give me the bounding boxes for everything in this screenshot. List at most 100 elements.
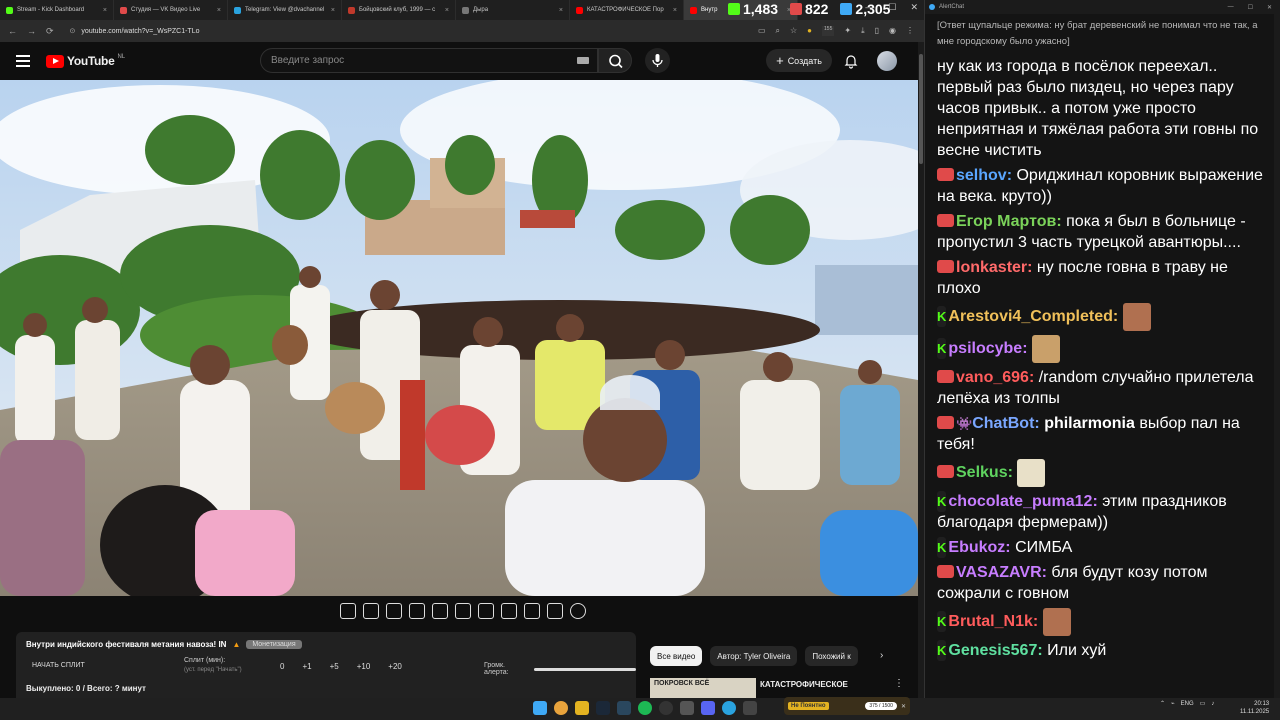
tab-close-icon[interactable]: ×: [331, 7, 335, 14]
search-input[interactable]: Введите запрос: [260, 48, 598, 73]
close-icon[interactable]: ✕: [910, 2, 918, 13]
filter-chip[interactable]: Все видео: [650, 646, 703, 666]
speed-icon[interactable]: [478, 603, 494, 619]
tab-close-icon[interactable]: ×: [445, 7, 449, 14]
maximize-icon[interactable]: ☐: [888, 2, 896, 13]
recommended-video[interactable]: ПОКРОВСК ВСЁ КАТАСТРОФИЧЕСКОЕ ⋮: [650, 678, 916, 698]
tab-close-icon[interactable]: ×: [103, 7, 107, 14]
browser-tab[interactable]: КАТАСТРОФИЧЕСКОЕ Пор ×: [570, 0, 684, 20]
chevron-right-icon[interactable]: ›: [880, 650, 883, 661]
obs-icon[interactable]: [659, 701, 673, 715]
recommended-title[interactable]: КАТАСТРОФИЧЕСКОЕ: [760, 680, 848, 689]
browser-tab[interactable]: Бойцовский клуб, 1999 — с ×: [342, 0, 456, 20]
back-icon[interactable]: ←: [8, 26, 17, 37]
chat-nick[interactable]: chocolate_puma12: [948, 493, 1092, 510]
steam-icon[interactable]: [617, 701, 631, 715]
app-icon[interactable]: [743, 701, 757, 715]
theater-mode-icon[interactable]: [432, 603, 448, 619]
filter-chip[interactable]: Автор: Tyler Oliveira: [710, 646, 798, 666]
minimize-icon[interactable]: —: [865, 2, 874, 13]
chat-nick[interactable]: lonkaster: [956, 259, 1027, 276]
search-button[interactable]: [598, 48, 632, 73]
loop-icon[interactable]: [340, 603, 356, 619]
more-options-icon[interactable]: ⋮: [894, 678, 904, 689]
start-split-button[interactable]: НАЧАТЬ СПЛИТ: [32, 662, 85, 669]
recommended-thumbnail[interactable]: ПОКРОВСК ВСЁ: [650, 678, 756, 698]
chat-nick[interactable]: Selkus: [956, 464, 1008, 481]
expand-icon[interactable]: [501, 603, 517, 619]
chat-nick[interactable]: ChatBot: [972, 415, 1034, 432]
chat-nick[interactable]: Arestovi4_Completed: [948, 308, 1113, 325]
add-to-queue-icon[interactable]: [524, 603, 540, 619]
filter-icon[interactable]: [455, 603, 471, 619]
broadcast-icon[interactable]: [363, 603, 379, 619]
language-indicator[interactable]: ENG: [1181, 701, 1194, 707]
cast-icon[interactable]: ▭: [758, 26, 766, 36]
menu-icon[interactable]: [16, 55, 30, 67]
zoom-icon[interactable]: ⌕: [776, 26, 780, 36]
screenshot-icon[interactable]: [547, 603, 563, 619]
menu-dots-icon[interactable]: ⋮: [906, 26, 914, 36]
file-explorer-icon[interactable]: [575, 701, 589, 715]
usb-icon[interactable]: ⌁: [1171, 700, 1175, 707]
spotify-icon[interactable]: [638, 701, 652, 715]
minimize-icon[interactable]: —: [1228, 4, 1234, 11]
browser-tab[interactable]: Дыра ×: [456, 0, 570, 20]
settings-gear-icon[interactable]: [570, 603, 586, 619]
tab-close-icon[interactable]: ×: [217, 7, 221, 14]
volume-icon[interactable]: ♪: [1211, 701, 1214, 707]
sidebar-icon[interactable]: ▯: [875, 26, 879, 36]
chat-nick[interactable]: psilocybe: [948, 340, 1022, 357]
profile-icon[interactable]: ◉: [889, 26, 896, 36]
chevron-up-icon[interactable]: ⌃: [1160, 700, 1165, 707]
maximize-icon[interactable]: ☐: [1248, 4, 1253, 11]
stream-progress-widget[interactable]: Не Поянтно 375 / 1500 ✕: [784, 697, 910, 715]
app-icon[interactable]: [680, 701, 694, 715]
chat-nick[interactable]: Ebukoz: [948, 539, 1005, 556]
bookmark-star-icon[interactable]: ☆: [790, 26, 797, 36]
chat-nick[interactable]: vano_696: [956, 369, 1029, 386]
clapperboard-icon[interactable]: [409, 603, 425, 619]
alert-volume-slider[interactable]: [534, 667, 636, 671]
chat-nick[interactable]: VASAZAVR: [956, 564, 1042, 581]
discord-icon[interactable]: [701, 701, 715, 715]
split-add-button[interactable]: +1: [302, 662, 311, 671]
close-icon[interactable]: ✕: [1267, 4, 1272, 11]
download-icon[interactable]: ⤓: [861, 26, 865, 36]
account-avatar[interactable]: [877, 51, 897, 71]
chat-nick[interactable]: Brutal_N1k: [948, 613, 1032, 630]
chat-nick[interactable]: selhov: [956, 167, 1007, 184]
browser-tab[interactable]: Студия — VK Видео Live ×: [114, 0, 228, 20]
extension-icon[interactable]: ●: [807, 26, 812, 36]
chat-nick[interactable]: Genesis567: [948, 642, 1037, 659]
monetization-tag[interactable]: Монетизация: [246, 640, 302, 649]
notifications-bell-icon[interactable]: [843, 53, 859, 69]
site-info-icon[interactable]: ⊙: [70, 27, 76, 35]
youtube-logo[interactable]: YouTube NL: [46, 54, 125, 68]
clock[interactable]: 20:13 11.11.2025: [1240, 700, 1269, 716]
reload-icon[interactable]: ⟳: [46, 26, 54, 37]
filter-chip[interactable]: Похожий к: [805, 646, 858, 666]
split-add-button[interactable]: +5: [330, 662, 339, 671]
keyboard-icon[interactable]: [577, 57, 589, 64]
browser-tab[interactable]: Telegram: View @dvachannel ×: [228, 0, 342, 20]
tab-close-icon[interactable]: ×: [673, 7, 677, 14]
windows-start-icon[interactable]: [533, 701, 547, 715]
address-bar[interactable]: ⊙ youtube.com/watch?v=_WsPZC1-TLo: [70, 23, 758, 39]
playlist-icon[interactable]: [386, 603, 402, 619]
chat-nick[interactable]: Егор Мартов: [956, 213, 1056, 230]
browser-tab[interactable]: Stream - Kick Dashboard ×: [0, 0, 114, 20]
steam-icon[interactable]: [596, 701, 610, 715]
close-icon[interactable]: ✕: [901, 703, 906, 710]
chat-scrollbar[interactable]: [1274, 14, 1280, 698]
forward-icon[interactable]: →: [27, 26, 36, 37]
extensions-puzzle-icon[interactable]: ✦: [844, 26, 851, 36]
create-button[interactable]: + Создать: [766, 49, 832, 72]
telegram-icon[interactable]: [722, 701, 736, 715]
chrome-icon[interactable]: [554, 701, 568, 715]
network-icon[interactable]: ▭: [1200, 700, 1206, 707]
voice-search-button[interactable]: [645, 48, 670, 73]
video-player[interactable]: [0, 80, 918, 596]
tab-close-icon[interactable]: ×: [559, 7, 563, 14]
split-add-button[interactable]: +20: [388, 662, 402, 671]
